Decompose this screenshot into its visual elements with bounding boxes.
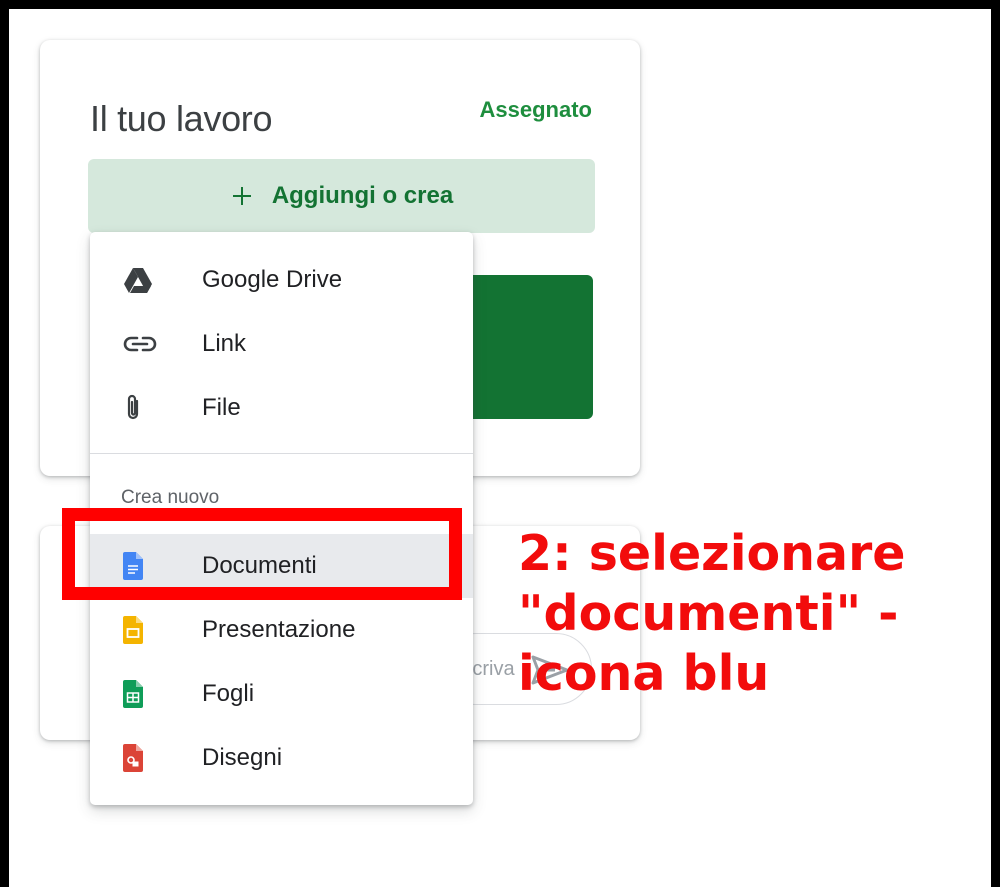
add-or-create-label: Aggiungi o crea <box>271 182 454 209</box>
google-drive-icon <box>123 266 159 294</box>
menu-item-label: Google Drive <box>202 266 343 293</box>
menu-item-label: Disegni <box>202 744 283 771</box>
menu-item-link[interactable]: Link <box>90 312 473 376</box>
menu-item-file[interactable]: File <box>90 376 473 440</box>
menu-item-label: Presentazione <box>202 616 356 643</box>
menu-item-drawings[interactable]: Disegni <box>90 726 473 790</box>
instruction-annotation: 2: selezionare "documenti" - icona blu <box>518 525 906 702</box>
menu-item-slides[interactable]: Presentazione <box>90 598 473 662</box>
menu-item-google-drive[interactable]: Google Drive <box>90 248 473 312</box>
menu-item-label: Link <box>202 330 247 357</box>
menu-item-sheets[interactable]: Fogli <box>90 662 473 726</box>
assignment-status: Assegnato <box>479 97 592 122</box>
menu-item-label: File <box>202 394 241 421</box>
your-work-title: Il tuo lavoro <box>90 98 273 139</box>
paperclip-icon <box>123 394 159 422</box>
create-new-section-label: Crea nuovo <box>121 487 220 508</box>
link-icon <box>123 330 159 358</box>
google-drawings-icon <box>123 744 159 772</box>
mark-as-done-button[interactable] <box>465 275 593 419</box>
menu-item-label: Fogli <box>202 680 255 707</box>
google-slides-icon <box>123 616 159 644</box>
menu-divider <box>90 453 473 454</box>
google-sheets-icon <box>123 680 159 708</box>
plus-icon <box>230 184 254 208</box>
highlight-callout-box <box>62 508 462 600</box>
add-or-create-button[interactable]: Aggiungi o crea <box>88 159 595 233</box>
